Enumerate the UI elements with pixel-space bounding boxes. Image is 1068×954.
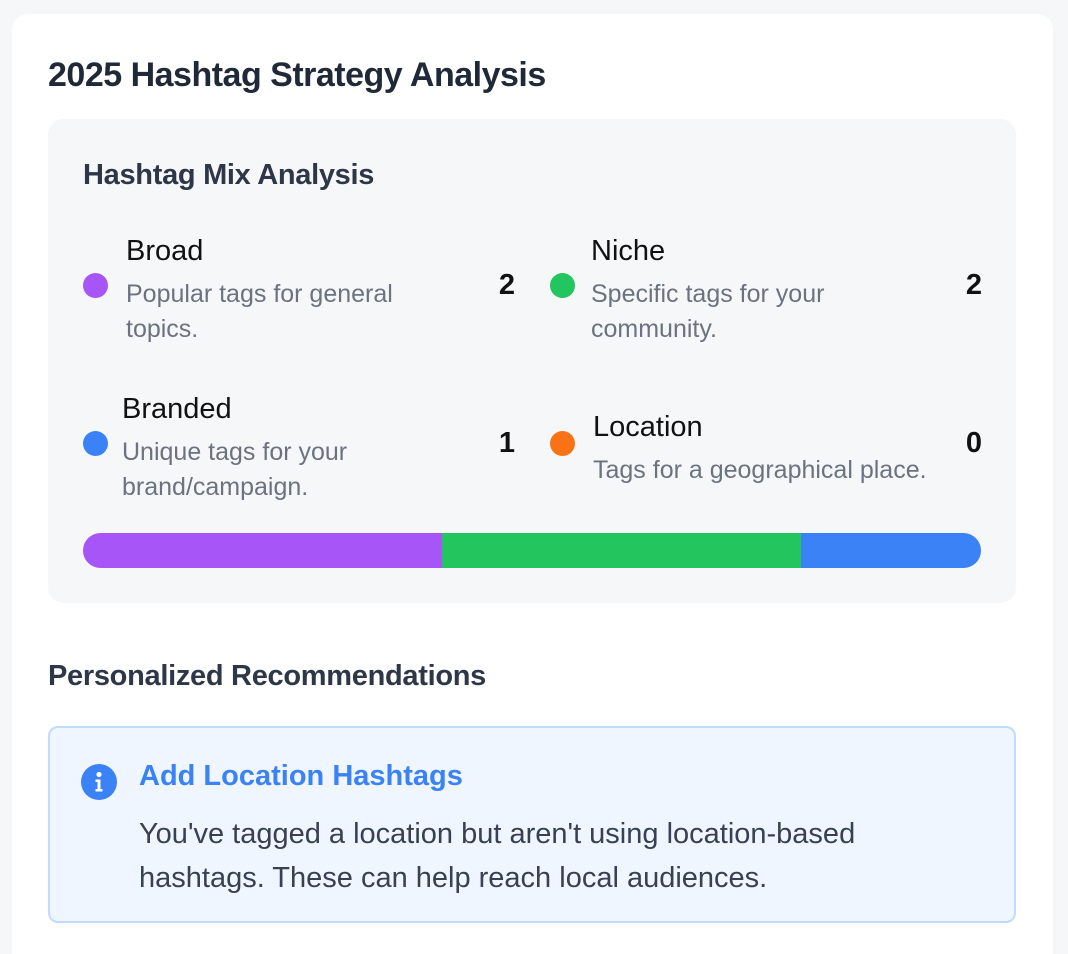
category-count: 1 [498,427,515,459]
category-branded: Branded Unique tags for your brand/campa… [83,393,515,503]
recommendation-heading: Add Location Hashtags [139,760,463,792]
mix-bar-segment-broad [83,533,443,568]
category-count: 2 [965,269,982,301]
hashtag-mix-bar [83,533,981,568]
category-name: Broad [126,235,204,267]
broad-color-dot [83,273,108,298]
recommendation-body: You've tagged a location but aren't usin… [139,818,856,894]
category-niche: Niche Specific tags for your community. … [550,235,982,345]
category-description: Unique tags for your brand/campaign. [122,438,348,501]
category-count: 2 [498,269,515,301]
category-description: Popular tags for general topics. [126,280,393,343]
hashtag-mix-panel: Hashtag Mix Analysis Broad Popular tags … [48,119,1016,603]
location-color-dot [550,431,575,456]
category-description: Tags for a geographical place. [593,456,927,484]
category-name: Location [593,411,703,443]
branded-color-dot [83,431,108,456]
info-icon [81,764,117,800]
mix-bar-segment-branded [801,533,981,568]
recommendation-card: Add Location Hashtags You've tagged a lo… [48,726,1016,923]
category-broad: Broad Popular tags for general topics. 2 [83,235,515,345]
category-name: Niche [591,235,666,267]
niche-color-dot [550,273,575,298]
category-count: 0 [965,427,982,459]
category-name: Branded [122,393,232,425]
recommendations-title: Personalized Recommendations [48,660,486,692]
category-description: Specific tags for your community. [591,280,825,343]
category-location: Location Tags for a geographical place. … [550,411,982,491]
mix-bar-segment-niche [442,533,802,568]
mix-title: Hashtag Mix Analysis [83,159,375,191]
page-title: 2025 Hashtag Strategy Analysis [48,56,546,94]
